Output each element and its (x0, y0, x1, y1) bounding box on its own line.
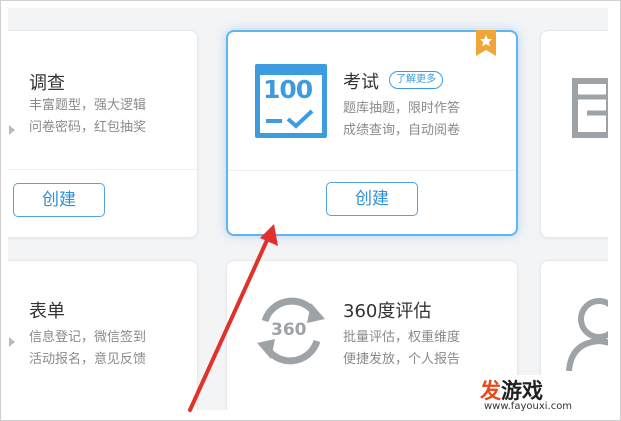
watermark-brand-rest: 游戏 (501, 379, 543, 403)
annotation-arrow (188, 224, 278, 412)
watermark-brand-accent: 发 (480, 379, 501, 403)
watermark-url: www.fayouxi.com (484, 401, 573, 412)
site-watermark: 发游戏 www.fayouxi.com (474, 375, 602, 413)
